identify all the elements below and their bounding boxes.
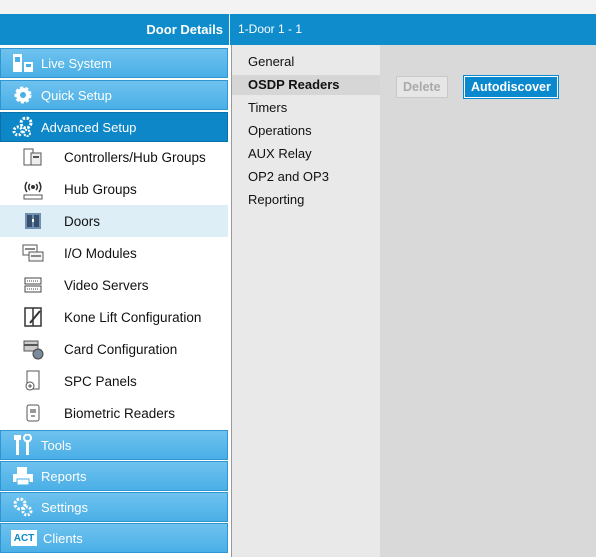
autodiscover-button[interactable]: Autodiscover: [463, 75, 559, 99]
sidebar-item-io-modules[interactable]: I/O Modules: [0, 237, 228, 269]
sidebar-section-label: Live System: [41, 55, 112, 71]
sidebar-item-label: I/O Modules: [64, 245, 137, 261]
door-icon: [22, 210, 44, 232]
live-system-icon: [11, 52, 35, 74]
sidebar-section-settings[interactable]: Settings: [0, 492, 228, 522]
sidebar-section-label: Advanced Setup: [41, 119, 137, 135]
printer-icon: [11, 465, 35, 487]
gears-icon: [11, 116, 35, 138]
sidebar-item-label: Hub Groups: [64, 181, 137, 197]
sidebar-section-reports[interactable]: Reports: [0, 461, 228, 491]
sidebar-section-label: Reports: [41, 468, 87, 484]
gear-icon: [11, 84, 35, 106]
lift-icon: [22, 306, 44, 328]
menu-item-reporting[interactable]: Reporting: [232, 190, 380, 210]
menu-item-aux-relay[interactable]: AUX Relay: [232, 144, 380, 164]
sidebar-section-label: Settings: [41, 499, 88, 515]
sidebar-item-controllers[interactable]: Controllers/Hub Groups: [0, 141, 228, 173]
header-bar: Door Details 1-Door 1 - 1: [0, 14, 596, 45]
sidebar-section-clients[interactable]: ACT Clients: [0, 523, 228, 553]
page-title: Door Details: [0, 14, 230, 45]
window-top-strip: [0, 0, 596, 14]
sidebar-item-label: SPC Panels: [64, 373, 137, 389]
sidebar-item-label: Video Servers: [64, 277, 149, 293]
sidebar: Live System Quick Setup Advanced Setup C…: [0, 45, 232, 557]
video-server-icon: [22, 274, 44, 296]
sidebar-item-hub-groups[interactable]: Hub Groups: [0, 173, 228, 205]
settings-icon: [11, 496, 35, 518]
door-details-menu: General OSDP Readers Timers Operations A…: [232, 45, 380, 557]
io-module-icon: [22, 242, 44, 264]
sidebar-item-label: Controllers/Hub Groups: [64, 149, 206, 165]
biometric-icon: [22, 402, 44, 424]
tools-icon: [11, 434, 35, 456]
sidebar-item-card-configuration[interactable]: Card Configuration: [0, 333, 228, 365]
sidebar-item-biometric-readers[interactable]: Biometric Readers: [0, 397, 228, 429]
delete-button[interactable]: Delete: [396, 76, 448, 98]
spc-panel-icon: [22, 370, 44, 392]
menu-item-op2-op3[interactable]: OP2 and OP3: [232, 167, 380, 187]
menu-item-osdp-readers[interactable]: OSDP Readers: [232, 75, 380, 95]
content-panel: Delete Autodiscover: [380, 45, 596, 557]
sidebar-item-kone-lift[interactable]: Kone Lift Configuration: [0, 301, 228, 333]
controller-icon: [22, 146, 44, 168]
sidebar-section-quick-setup[interactable]: Quick Setup: [0, 80, 228, 110]
sidebar-section-label: Quick Setup: [41, 87, 112, 103]
sidebar-item-spc-panels[interactable]: SPC Panels: [0, 365, 228, 397]
hub-icon: [22, 178, 44, 200]
sidebar-item-label: Card Configuration: [64, 341, 178, 357]
breadcrumb: 1-Door 1 - 1: [238, 22, 303, 36]
sidebar-section-label: Clients: [43, 530, 83, 546]
sidebar-item-label: Kone Lift Configuration: [64, 309, 202, 325]
sidebar-section-advanced-setup[interactable]: Advanced Setup: [0, 112, 228, 142]
menu-item-timers[interactable]: Timers: [232, 98, 380, 118]
sidebar-item-video-servers[interactable]: Video Servers: [0, 269, 228, 301]
sidebar-section-live-system[interactable]: Live System: [0, 48, 228, 78]
sidebar-item-label: Doors: [64, 213, 101, 229]
sidebar-item-doors[interactable]: Doors: [0, 205, 228, 237]
menu-item-operations[interactable]: Operations: [232, 121, 380, 141]
sidebar-item-label: Biometric Readers: [64, 405, 176, 421]
sidebar-section-label: Tools: [41, 437, 72, 453]
menu-item-general[interactable]: General: [232, 52, 380, 72]
card-icon: [22, 338, 44, 360]
sidebar-section-tools[interactable]: Tools: [0, 430, 228, 460]
act-logo-icon: ACT: [11, 530, 37, 546]
